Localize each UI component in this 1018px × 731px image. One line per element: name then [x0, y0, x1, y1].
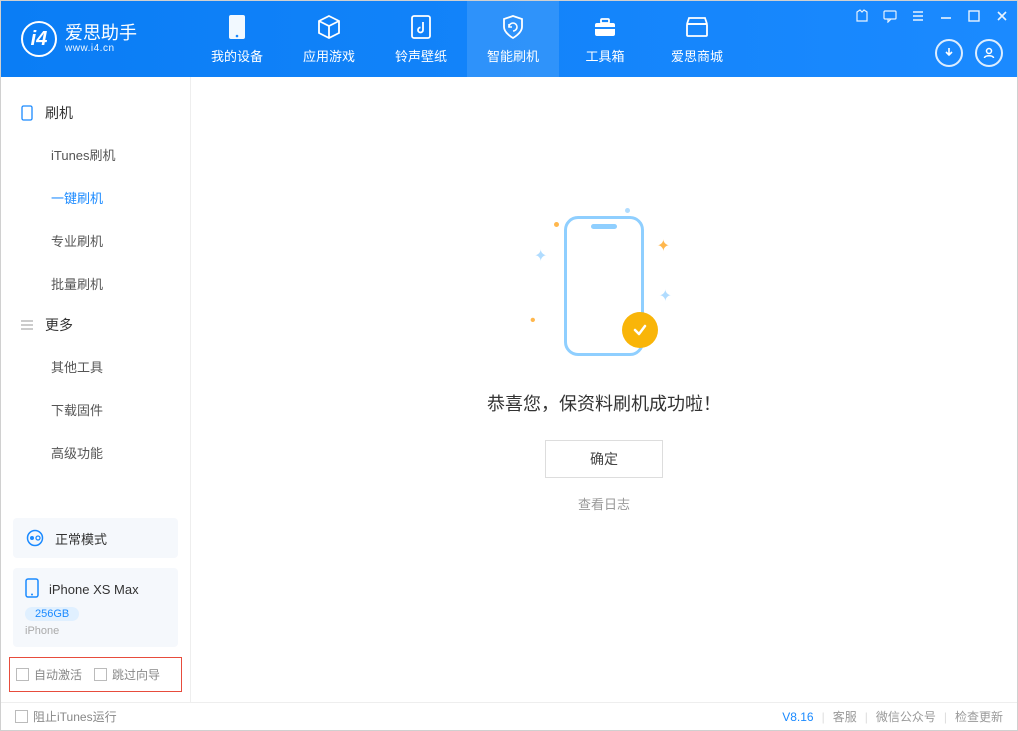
device-type: iPhone	[25, 625, 166, 637]
block-itunes-checkbox[interactable]: 阻止iTunes运行	[15, 708, 117, 725]
sidebar-item-batch-flash[interactable]: 批量刷机	[1, 262, 190, 305]
sidebar: 刷机 iTunes刷机 一键刷机 专业刷机 批量刷机 更多 其他工具 下载固件 …	[1, 77, 191, 702]
window-controls	[853, 7, 1011, 25]
header-right-actions	[935, 39, 1003, 67]
header-bar: i4 爱思助手 www.i4.cn 我的设备 应用游戏 铃声壁纸 智能刷机 工具…	[1, 1, 1017, 77]
sidebar-item-oneclick-flash[interactable]: 一键刷机	[1, 176, 190, 219]
auto-activate-checkbox[interactable]: 自动激活	[16, 666, 82, 683]
device-phone-icon	[25, 578, 39, 601]
checkbox-icon	[16, 668, 29, 681]
app-subtitle: www.i4.cn	[65, 43, 137, 54]
phone-icon	[228, 13, 246, 41]
toolbox-icon	[592, 13, 618, 41]
device-storage-badge: 256GB	[25, 607, 79, 621]
minimize-button[interactable]	[937, 7, 955, 25]
success-illustration: ✦ ✦ • ✦	[524, 206, 684, 366]
device-card[interactable]: iPhone XS Max 256GB iPhone	[13, 568, 178, 647]
wechat-link[interactable]: 微信公众号	[876, 708, 936, 725]
sidebar-section-flash: 刷机	[1, 93, 190, 133]
sidebar-item-other-tools[interactable]: 其他工具	[1, 345, 190, 388]
skin-icon[interactable]	[853, 7, 871, 25]
tab-smart-flash[interactable]: 智能刷机	[467, 1, 559, 77]
footer-bar: 阻止iTunes运行 V8.16 | 客服 | 微信公众号 | 检查更新	[1, 702, 1017, 730]
check-update-link[interactable]: 检查更新	[955, 708, 1003, 725]
user-button[interactable]	[975, 39, 1003, 67]
app-title: 爱思助手	[65, 24, 137, 44]
feedback-icon[interactable]	[881, 7, 899, 25]
checkbox-icon	[15, 710, 28, 723]
tab-store[interactable]: 爱思商城	[651, 1, 743, 77]
logo-icon: i4	[21, 21, 57, 57]
highlighted-options-box: 自动激活 跳过向导	[9, 657, 182, 692]
view-log-link[interactable]: 查看日志	[578, 494, 630, 513]
logo-area: i4 爱思助手 www.i4.cn	[1, 21, 191, 57]
shield-refresh-icon	[500, 13, 526, 41]
success-message: 恭喜您，保资料刷机成功啦！	[487, 390, 721, 416]
check-circle-icon	[622, 312, 658, 348]
mode-status-icon	[25, 528, 45, 548]
sidebar-item-pro-flash[interactable]: 专业刷机	[1, 219, 190, 262]
device-name: iPhone XS Max	[49, 582, 139, 597]
maximize-button[interactable]	[965, 7, 983, 25]
mode-card[interactable]: 正常模式	[13, 518, 178, 558]
tab-my-device[interactable]: 我的设备	[191, 1, 283, 77]
main-content: ✦ ✦ • ✦ 恭喜您，保资料刷机成功啦！ 确定 查看日志	[191, 77, 1017, 702]
mode-label: 正常模式	[55, 529, 107, 548]
sidebar-item-advanced[interactable]: 高级功能	[1, 431, 190, 474]
music-file-icon	[410, 13, 432, 41]
checkbox-icon	[94, 668, 107, 681]
sidebar-item-itunes-flash[interactable]: iTunes刷机	[1, 133, 190, 176]
list-icon	[19, 317, 35, 333]
download-button[interactable]	[935, 39, 963, 67]
sidebar-section-more: 更多	[1, 305, 190, 345]
menu-icon[interactable]	[909, 7, 927, 25]
ok-button[interactable]: 确定	[545, 440, 663, 478]
tab-toolbox[interactable]: 工具箱	[559, 1, 651, 77]
customer-service-link[interactable]: 客服	[833, 708, 857, 725]
tab-ringtone-wallpaper[interactable]: 铃声壁纸	[375, 1, 467, 77]
phone-outline-icon	[19, 105, 35, 121]
store-icon	[684, 13, 710, 41]
skip-guide-checkbox[interactable]: 跳过向导	[94, 666, 160, 683]
sidebar-item-download-firmware[interactable]: 下载固件	[1, 388, 190, 431]
close-button[interactable]	[993, 7, 1011, 25]
version-label: V8.16	[782, 710, 813, 724]
tab-apps-games[interactable]: 应用游戏	[283, 1, 375, 77]
cube-icon	[316, 13, 342, 41]
